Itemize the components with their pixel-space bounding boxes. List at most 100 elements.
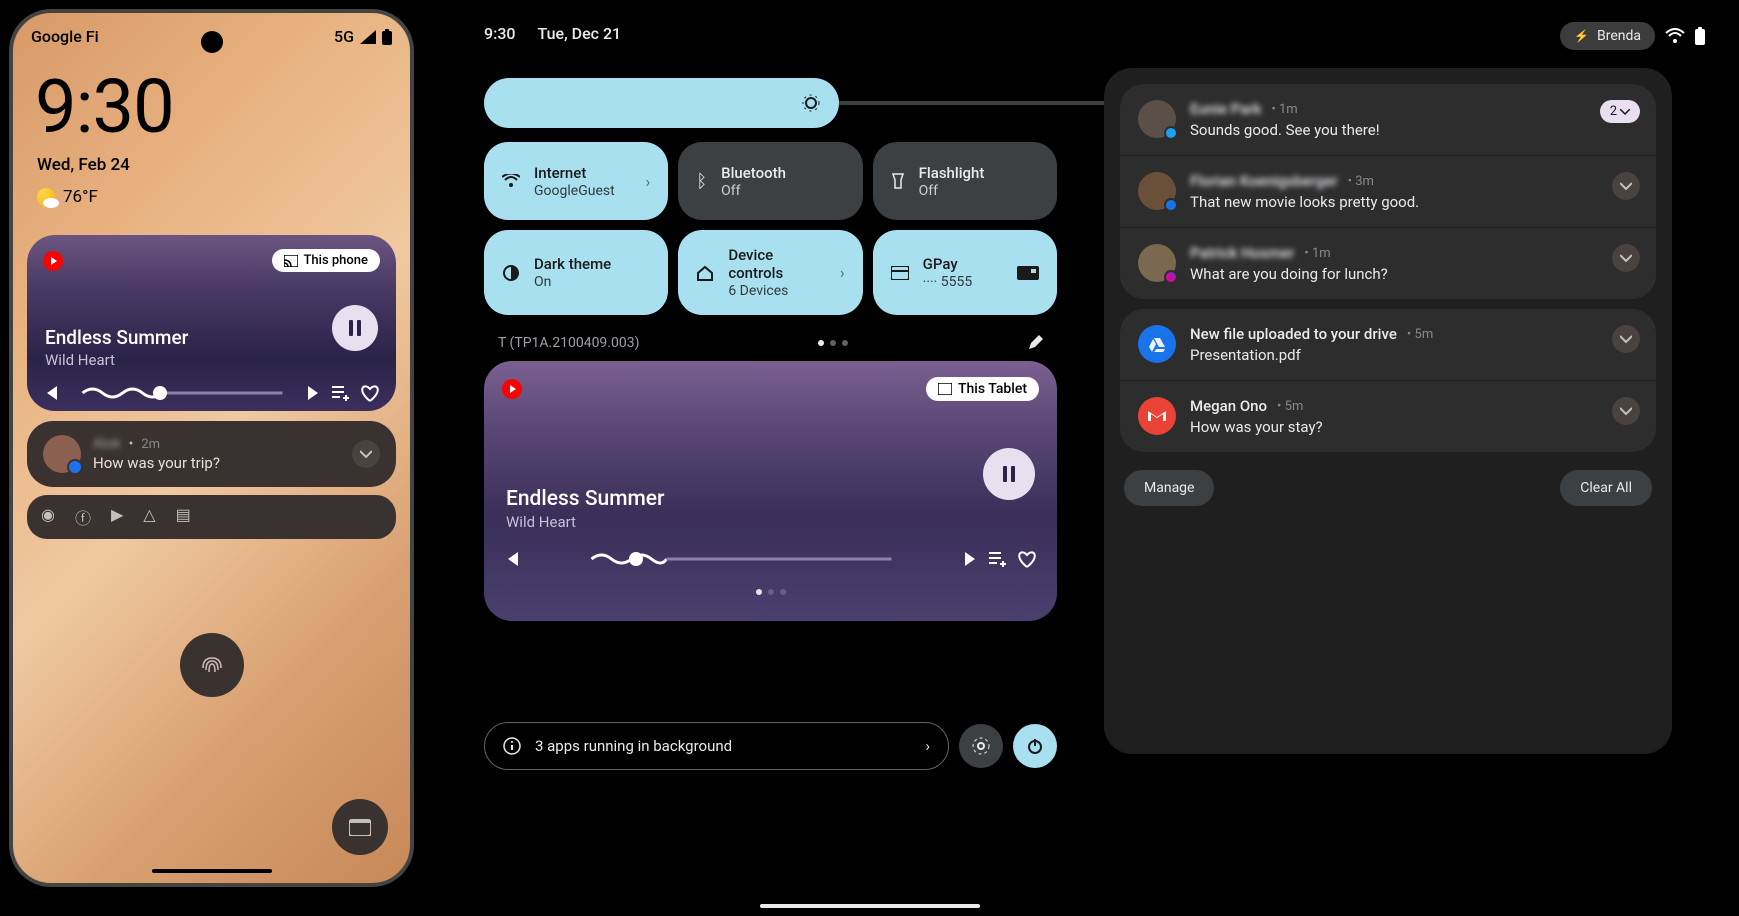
notif-message: Sounds good. See you there! — [1190, 121, 1638, 139]
notification-item[interactable]: Florian Koenigsberger• 3m That new movie… — [1120, 155, 1656, 227]
settings-button[interactable] — [959, 724, 1003, 768]
notification-item[interactable]: Patrick Hosmer• 1m What are you doing fo… — [1120, 227, 1656, 299]
cast-icon — [284, 255, 298, 267]
notif-time: 2m — [141, 437, 160, 452]
notification-item[interactable]: Megan Ono• 5m How was your stay? — [1120, 380, 1656, 452]
user-chip[interactable]: ⚡ Brenda — [1560, 22, 1655, 50]
next-button[interactable] — [963, 552, 979, 566]
wallet-icon — [349, 818, 371, 836]
bg-apps-button[interactable]: 3 apps running in background › — [484, 722, 949, 770]
tile-title: GPay — [923, 255, 1003, 273]
progress-slider[interactable] — [69, 383, 296, 403]
edit-button[interactable] — [1027, 335, 1043, 351]
pause-button[interactable] — [332, 305, 378, 351]
wallet-button[interactable] — [332, 799, 388, 855]
cast-label: This Tablet — [958, 381, 1027, 397]
card-chip-icon — [1017, 266, 1039, 280]
wifi-icon — [1665, 28, 1685, 44]
expand-button[interactable] — [1612, 325, 1640, 353]
tile-sub: 6 Devices — [728, 283, 826, 299]
expand-button[interactable] — [352, 440, 380, 468]
expand-button[interactable] — [1612, 172, 1640, 200]
notif-sub: How was your stay? — [1190, 418, 1638, 436]
media-card-phone[interactable]: This phone Endless Summer Wild Heart — [27, 235, 396, 411]
avatar — [43, 435, 81, 473]
battery-icon — [382, 29, 392, 45]
tablet-nav-bar[interactable] — [760, 904, 980, 908]
cast-chip[interactable]: This phone — [272, 249, 381, 272]
tile-sub: ···· 5555 — [923, 274, 1003, 290]
prev-button[interactable] — [43, 386, 59, 400]
facebook-icon: ⓕ — [75, 505, 91, 529]
chevron-down-icon — [1620, 407, 1632, 415]
lockscreen-date: Wed, Feb 24 — [13, 151, 410, 179]
qs-tile-internet[interactable]: InternetGoogleGuest › — [484, 142, 668, 220]
favorite-button[interactable] — [360, 384, 380, 402]
notification-group: New file uploaded to your drive• 5m Pres… — [1120, 309, 1656, 452]
twitter-badge-icon — [1164, 126, 1178, 140]
tile-title: Internet — [534, 164, 632, 182]
brightness-slider[interactable] — [484, 78, 839, 128]
tile-sub: Off — [919, 183, 1039, 199]
notif-title: Megan Ono — [1190, 397, 1267, 415]
queue-button[interactable] — [332, 385, 350, 401]
signal-icon — [360, 30, 376, 44]
notification-group: Eunie Park• 1m Sounds good. See you ther… — [1120, 84, 1656, 299]
qs-tile-darktheme[interactable]: Dark themeOn — [484, 230, 668, 315]
weather-widget[interactable]: 76°F — [13, 179, 410, 215]
queue-button[interactable] — [989, 551, 1007, 567]
ytmusic-icon — [502, 379, 522, 399]
battery-icon — [1695, 27, 1705, 45]
notification-icon-row[interactable]: ◉ ⓕ ▶ △ ▤ — [27, 495, 396, 539]
chevron-right-icon: › — [840, 263, 845, 282]
phone-home-bar[interactable] — [152, 869, 272, 873]
qs-tile-devicecontrols[interactable]: Device controls6 Devices › — [678, 230, 862, 315]
power-button[interactable] — [1013, 724, 1057, 768]
tablet-date: Tue, Dec 21 — [538, 24, 622, 43]
fingerprint-button[interactable] — [180, 633, 244, 697]
lockscreen-clock: 9:30 — [13, 46, 410, 151]
ytmusic-icon — [43, 251, 63, 271]
phone-lockscreen: Google Fi 5G 9:30 Wed, Feb 24 76°F This … — [9, 9, 414, 887]
expand-button[interactable] — [1612, 397, 1640, 425]
pause-button[interactable] — [983, 448, 1035, 500]
expand-button[interactable] — [1612, 244, 1640, 272]
qs-tile-flashlight[interactable]: FlashlightOff — [873, 142, 1057, 220]
clear-all-button[interactable]: Clear All — [1560, 470, 1652, 506]
progress-slider[interactable] — [530, 549, 953, 569]
qs-tile-gpay[interactable]: GPay···· 5555 — [873, 230, 1057, 315]
flashlight-icon — [891, 172, 905, 190]
media-card-tablet[interactable]: This Tablet Endless Summer Wild Heart — [484, 361, 1057, 621]
chevron-down-icon — [1620, 109, 1630, 115]
card-icon — [891, 266, 909, 280]
chevron-down-icon — [360, 450, 372, 458]
tile-title: Dark theme — [534, 255, 650, 273]
notif-message: How was your trip? — [93, 454, 340, 472]
weather-icon — [37, 188, 55, 206]
notification-item[interactable]: Eunie Park• 1m Sounds good. See you ther… — [1120, 84, 1656, 155]
prev-button[interactable] — [504, 552, 520, 566]
carrier-label: Google Fi — [31, 27, 99, 46]
next-button[interactable] — [306, 386, 322, 400]
manage-button[interactable]: Manage — [1124, 470, 1214, 506]
camera-hole — [201, 31, 223, 53]
bg-apps-label: 3 apps running in background — [535, 737, 911, 755]
count-chip[interactable]: 2 — [1600, 100, 1640, 123]
lightning-icon: ⚡ — [1574, 29, 1589, 43]
messages-badge-icon — [67, 459, 83, 475]
notification-card-phone[interactable]: Alok • 2m How was your trip? — [27, 421, 396, 487]
user-name: Brenda — [1597, 28, 1641, 44]
favorite-button[interactable] — [1017, 550, 1037, 568]
quick-settings-panel: InternetGoogleGuest › ᛒ BluetoothOff Fla… — [484, 78, 1057, 621]
cast-chip[interactable]: This Tablet — [926, 377, 1039, 401]
qs-tile-bluetooth[interactable]: ᛒ BluetoothOff — [678, 142, 862, 220]
notif-title: New file uploaded to your drive — [1190, 325, 1397, 343]
avatar — [1138, 100, 1176, 138]
notif-message: That new movie looks pretty good. — [1190, 193, 1638, 211]
gear-icon — [971, 736, 991, 756]
brightness-icon — [801, 93, 821, 113]
chevron-down-icon — [1620, 254, 1632, 262]
notification-item[interactable]: New file uploaded to your drive• 5m Pres… — [1120, 309, 1656, 380]
tile-title: Device controls — [728, 246, 826, 282]
network-label: 5G — [334, 27, 354, 46]
